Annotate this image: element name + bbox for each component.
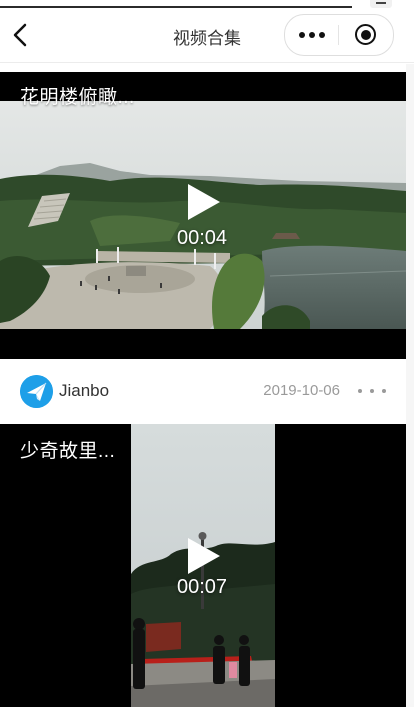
scrollbar-track[interactable]: [406, 64, 414, 707]
play-icon: [188, 184, 220, 220]
author-row: Jianbo 2019-10-06: [0, 359, 406, 424]
play-icon: [188, 538, 220, 574]
video-feed: 花明楼俯瞰... 00:04 Jianbo 2019-10-06 少奇故里...…: [0, 64, 406, 707]
video-card[interactable]: 少奇故里... 00:07: [0, 424, 406, 707]
video-title: 花明楼俯瞰...: [20, 87, 135, 108]
author-avatar[interactable]: [20, 375, 53, 408]
post-date: 2019-10-06: [263, 382, 340, 399]
navbar: 视频合集: [0, 8, 414, 63]
status-strip: [0, 0, 414, 8]
play-button[interactable]: [184, 536, 224, 576]
video-title: 少奇故里...: [20, 441, 116, 462]
window-minimize-icon[interactable]: [370, 0, 392, 8]
more-horizontal-icon: [358, 389, 362, 393]
more-menu-button[interactable]: [285, 15, 338, 55]
play-button[interactable]: [184, 182, 224, 222]
post-options-button[interactable]: [358, 381, 386, 401]
paper-plane-icon: [20, 375, 53, 408]
video-duration: 00:07: [177, 576, 228, 598]
video-card[interactable]: 花明楼俯瞰... 00:04: [0, 72, 406, 359]
close-mini-program-button[interactable]: [339, 15, 392, 55]
author-name[interactable]: Jianbo: [59, 381, 109, 401]
video-duration: 00:04: [177, 227, 228, 249]
mini-program-capsule: [284, 14, 394, 56]
more-dots-icon: [298, 32, 305, 38]
